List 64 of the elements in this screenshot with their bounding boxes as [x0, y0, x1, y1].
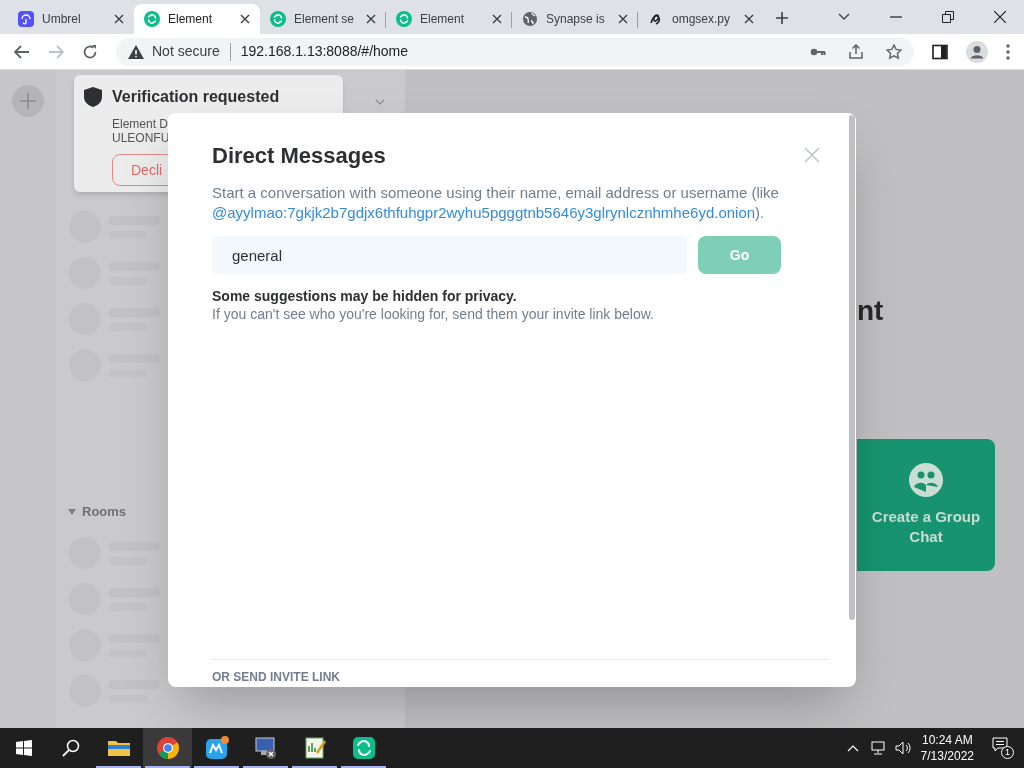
notepad-icon: [302, 736, 327, 760]
close-icon[interactable]: [366, 14, 376, 24]
back-icon[interactable]: [14, 44, 30, 59]
globe-icon: [522, 11, 538, 27]
privacy-title: Some suggestions may be hidden for privacy.: [212, 287, 518, 305]
chevron-up-icon[interactable]: [846, 744, 859, 752]
shield-icon: [84, 87, 102, 107]
new-tab-icon[interactable]: [776, 12, 788, 24]
privacy-text: If you can't see who you're looking for, send them your invite link below.: [212, 305, 655, 323]
forward-icon: [48, 44, 64, 59]
close-icon[interactable]: [114, 14, 124, 24]
star-icon[interactable]: [886, 43, 902, 60]
toast-text: Element D: [112, 117, 170, 131]
scrollbar[interactable]: [849, 115, 855, 620]
dialog-title: Direct Messages: [212, 142, 386, 170]
side-panel-icon[interactable]: [932, 43, 948, 60]
clock-time[interactable]: 10:24 AM: [921, 732, 973, 748]
group-icon: [909, 463, 943, 497]
restore-icon[interactable]: [942, 11, 954, 23]
close-icon[interactable]: [994, 11, 1006, 23]
search-icon[interactable]: [62, 739, 80, 757]
matrix-id-link[interactable]: @ayylmao:7gkjk2b7gdjx6thfuhgpr2wyhu5pgggtnb5646y3glrynlcznhmhe6yd.onion: [212, 204, 756, 221]
welcome-heading: nt: [857, 294, 884, 328]
app-badge-icon: [204, 736, 229, 760]
toast-text: ULEONFU: [112, 131, 171, 145]
warning-icon: [128, 44, 144, 59]
umbrella-icon: [18, 11, 34, 27]
chrome-icon: [155, 736, 180, 760]
volume-icon[interactable]: [894, 741, 911, 755]
element-icon: [144, 11, 160, 27]
browser-tab[interactable]: Element se: [260, 4, 386, 34]
share-icon[interactable]: [848, 43, 864, 60]
security-label: Not secure: [152, 42, 220, 61]
description-text: Start a conversation with someone using their name, email address or username (like @ayylmao:7gkjk2b7gdjx6thfuhgpr2wyhu5pgggtnb5646y3glrynlcznhmhe6yd.onion).: [212, 183, 780, 223]
close-icon[interactable]: [240, 14, 250, 24]
taskbar-app[interactable]: [143, 728, 192, 768]
element-icon: [351, 736, 376, 760]
browser-tab[interactable]: omgsex.py: [638, 4, 764, 34]
notifications-button[interactable]: 1: [992, 737, 1014, 759]
message-icon: [992, 737, 1008, 753]
reload-icon[interactable]: [82, 43, 98, 60]
close-icon[interactable]: [618, 14, 628, 24]
network-icon[interactable]: [870, 741, 887, 755]
search-field[interactable]: general: [212, 236, 687, 274]
browser-tab[interactable]: Umbrel: [8, 4, 134, 34]
browser-tab[interactable]: Element: [386, 4, 512, 34]
key-icon[interactable]: [810, 46, 826, 57]
toast-title: Verification requested: [112, 87, 280, 107]
element-icon: [270, 11, 286, 27]
close-icon[interactable]: [492, 14, 502, 24]
close-icon[interactable]: [744, 14, 754, 24]
clock-date[interactable]: 7/13/2022: [920, 748, 974, 764]
chevron-down-icon[interactable]: [838, 13, 850, 21]
more-icon[interactable]: [1006, 43, 1010, 60]
windows-icon[interactable]: [16, 740, 32, 756]
computer-icon: [253, 736, 278, 760]
section-heading: OR SEND INVITE LINK: [212, 670, 341, 684]
element-icon: [396, 11, 412, 27]
address-bar[interactable]: Not secure 192.168.1.13:8088/#/home: [116, 37, 914, 66]
url-text: 192.168.1.13:8088/#/home: [240, 42, 409, 61]
profile-icon[interactable]: [966, 40, 988, 63]
notification-badge: 1: [1001, 746, 1014, 759]
browser-tab[interactable]: Synapse is: [512, 4, 638, 34]
browser-tab[interactable]: Element: [134, 4, 260, 34]
